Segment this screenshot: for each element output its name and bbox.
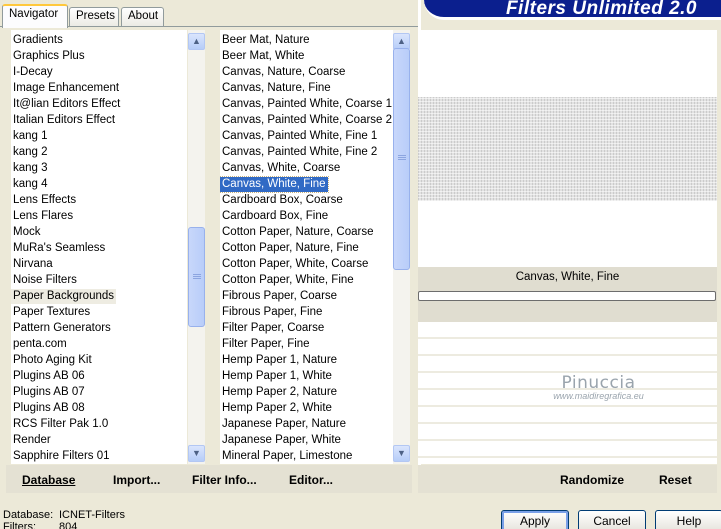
tab-strip: Navigator Presets About	[0, 0, 420, 28]
filter-item[interactable]: Cotton Paper, Nature, Coarse	[220, 225, 376, 240]
filter-item[interactable]: Cotton Paper, Nature, Fine	[220, 241, 361, 256]
filter-item[interactable]: Beer Mat, White	[220, 49, 306, 64]
category-item[interactable]: kang 1	[11, 129, 50, 144]
database-label: Database:	[3, 509, 54, 521]
category-item[interactable]: Noise Filters	[11, 273, 79, 288]
category-item[interactable]: MuRa's Seamless	[11, 241, 107, 256]
category-item[interactable]: Graphics Plus	[11, 49, 87, 64]
import-link[interactable]: Import...	[113, 473, 160, 487]
database-link[interactable]: Database	[22, 473, 75, 487]
category-item[interactable]: Lens Flares	[11, 209, 75, 224]
category-scroll-thumb[interactable]	[188, 226, 205, 327]
preview-link-bar: Randomize Reset	[418, 465, 717, 493]
category-item[interactable]: Sapphire Filters 01	[11, 449, 112, 464]
watermark-name: Pinuccia	[561, 373, 636, 393]
cancel-button[interactable]: Cancel	[578, 510, 646, 529]
filter-list[interactable]: Beer Mat, Nature Beer Mat, White Canvas, N…	[220, 30, 393, 464]
filter-item[interactable]: Hemp Paper 2, Nature	[220, 385, 339, 400]
category-item[interactable]: It@lian Editors Effect	[11, 97, 122, 112]
category-item[interactable]: Plugins AB 06	[11, 369, 87, 384]
category-item[interactable]: Mock	[11, 225, 42, 240]
parameter-row	[418, 439, 717, 441]
tab-navigator[interactable]: Navigator	[2, 4, 68, 28]
category-item[interactable]: Plugins AB 08	[11, 401, 87, 416]
filter-item[interactable]: Cotton Paper, White, Coarse	[220, 257, 370, 272]
preview-texture	[418, 97, 717, 201]
category-item[interactable]: Render	[11, 433, 53, 448]
filter-item[interactable]: Fibrous Paper, Coarse	[220, 289, 339, 304]
category-scroll-up-button[interactable]: ▲	[188, 33, 205, 50]
filter-item[interactable]: Canvas, Painted White, Coarse 1	[220, 97, 393, 112]
parameter-row	[418, 456, 717, 458]
filter-item[interactable]: Fibrous Paper, Fine	[220, 305, 324, 320]
database-value: ICNET-Filters	[59, 509, 125, 521]
filter-item[interactable]: Hemp Paper 1, White	[220, 369, 334, 384]
filter-item[interactable]: Filter Paper, Coarse	[220, 321, 326, 336]
watermark-url: www.maidiregrafica.eu	[553, 391, 644, 401]
category-item[interactable]: Photo Aging Kit	[11, 353, 94, 368]
filter-item[interactable]: Cotton Paper, White, Fine	[220, 273, 356, 288]
category-item[interactable]: Lens Effects	[11, 193, 78, 208]
filter-item[interactable]: Canvas, White, Coarse	[220, 161, 342, 176]
filter-item[interactable]: Beer Mat, Nature	[220, 33, 312, 48]
filters-count: 804	[59, 521, 78, 529]
title-banner: Filters Unlimited 2.0	[424, 0, 721, 20]
randomize-link[interactable]: Randomize	[560, 473, 624, 487]
filter-item[interactable]: Japanese Paper, Nature	[220, 417, 348, 432]
selected-filter-name: Canvas, White, Fine	[515, 271, 620, 283]
filter-item[interactable]: Japanese Paper, White	[220, 433, 343, 448]
category-scroll-down-button[interactable]: ▼	[188, 445, 205, 462]
tab-about[interactable]: About	[121, 7, 164, 26]
filter-item[interactable]: Canvas, Painted White, Fine 2	[220, 145, 379, 160]
banner-title: Filters Unlimited 2.0	[505, 0, 697, 19]
filter-item[interactable]: Canvas, White, Fine	[220, 176, 329, 193]
category-item[interactable]: Image Enhancement	[11, 81, 121, 96]
parameter-row	[418, 405, 717, 407]
category-item[interactable]: Paper Backgrounds	[11, 289, 117, 304]
category-scrollbar[interactable]: ▲ ▼	[188, 30, 205, 464]
reset-link[interactable]: Reset	[659, 473, 692, 487]
category-item[interactable]: Plugins AB 07	[11, 385, 87, 400]
filter-scroll-down-button[interactable]: ▼	[393, 445, 410, 462]
parameter-row	[418, 337, 717, 339]
help-button[interactable]: Help	[655, 510, 721, 529]
editor-link[interactable]: Editor...	[289, 473, 333, 487]
filter-item[interactable]: Filter Paper, Fine	[220, 337, 312, 352]
parameter-row	[418, 354, 717, 356]
filter-item[interactable]: Cardboard Box, Fine	[220, 209, 330, 224]
parameter-row	[418, 422, 717, 424]
progress-bar	[418, 291, 716, 301]
category-item[interactable]: Paper Textures	[11, 305, 92, 320]
category-item[interactable]: I-Decay	[11, 65, 55, 80]
filters-label: Filters:	[3, 521, 36, 529]
category-item[interactable]: penta.com	[11, 337, 69, 352]
status-info: Database: ICNET-Filters Filters: 804	[3, 509, 125, 529]
category-list[interactable]: Gradients Graphics Plus I-Decay Image Enhan…	[11, 30, 187, 464]
filter-item[interactable]: Canvas, Painted White, Fine 1	[220, 129, 379, 144]
filter-item[interactable]: Hemp Paper 2, White	[220, 401, 334, 416]
category-item[interactable]: kang 3	[11, 161, 50, 176]
category-item[interactable]: Nirvana	[11, 257, 55, 272]
category-item[interactable]: kang 2	[11, 145, 50, 160]
category-item[interactable]: Pattern Generators	[11, 321, 113, 336]
filter-item[interactable]: Canvas, Nature, Coarse	[220, 65, 347, 80]
category-item[interactable]: kang 4	[11, 177, 50, 192]
filter-item[interactable]: Canvas, Painted White, Coarse 2	[220, 113, 393, 128]
filter-item[interactable]: Canvas, Nature, Fine	[220, 81, 333, 96]
filter-scrollbar[interactable]: ▲ ▼	[393, 30, 410, 464]
tab-presets[interactable]: Presets	[69, 7, 119, 26]
filter-item[interactable]: Hemp Paper 1, Nature	[220, 353, 339, 368]
link-bar: Database Import... Filter Info... Editor…	[6, 465, 412, 493]
filter-info-link[interactable]: Filter Info...	[192, 473, 257, 487]
apply-button[interactable]: Apply	[501, 510, 569, 529]
filter-scroll-thumb[interactable]	[393, 48, 410, 270]
filter-item[interactable]: Mineral Paper, Limestone	[220, 449, 354, 464]
filter-item[interactable]: Cardboard Box, Coarse	[220, 193, 345, 208]
watermark: Pinuccia www.maidiregrafica.eu	[536, 373, 661, 401]
category-item[interactable]: RCS Filter Pak 1.0	[11, 417, 110, 432]
category-item[interactable]: Italian Editors Effect	[11, 113, 117, 128]
category-item[interactable]: Gradients	[11, 33, 65, 48]
